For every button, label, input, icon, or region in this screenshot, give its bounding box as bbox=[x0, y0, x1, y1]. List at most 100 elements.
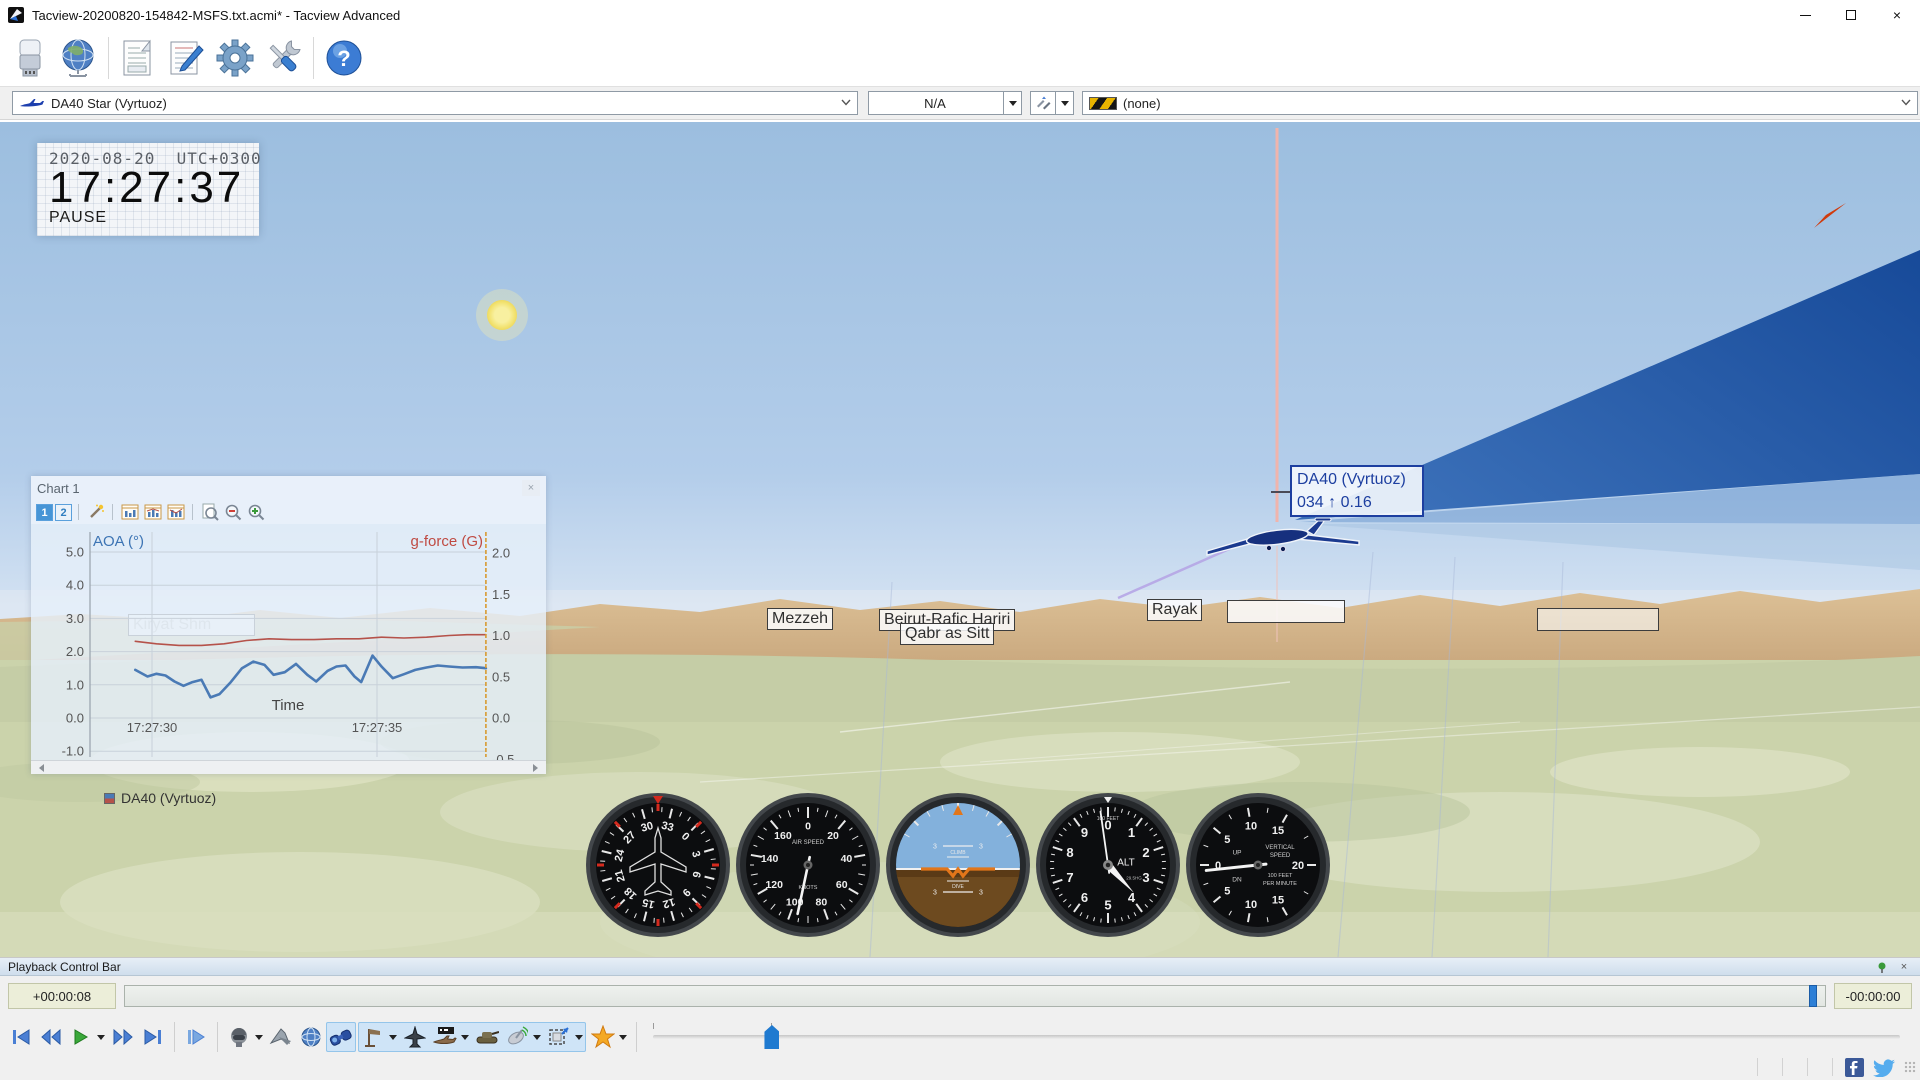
skip-to-start-button[interactable] bbox=[6, 1022, 36, 1052]
close-button[interactable]: × bbox=[1874, 0, 1920, 30]
favorites-arrow[interactable] bbox=[619, 1035, 627, 1044]
chart-panel-header[interactable]: Chart 1 × bbox=[31, 476, 546, 500]
chart-scrollbar[interactable] bbox=[31, 760, 546, 774]
svg-text:60: 60 bbox=[836, 879, 848, 891]
display-filter-group bbox=[358, 1022, 586, 1052]
playback-panel-title: Playback Control Bar bbox=[8, 960, 1872, 974]
facebook-icon[interactable] bbox=[1845, 1058, 1864, 1077]
show-aircraft-button[interactable] bbox=[400, 1022, 430, 1052]
windsock-layer-button[interactable] bbox=[358, 1022, 388, 1052]
chart-panel-title: Chart 1 bbox=[37, 481, 522, 496]
flight-instruments: 03691215182124273033 0204060801001201401… bbox=[583, 790, 1333, 940]
chart-zoom-in-button[interactable] bbox=[245, 503, 266, 522]
pin-panel-icon[interactable] bbox=[1876, 961, 1892, 973]
show-sensors-button[interactable] bbox=[502, 1022, 532, 1052]
svg-text:DN: DN bbox=[1232, 876, 1242, 883]
maximize-button[interactable] bbox=[1828, 0, 1874, 30]
chart-layout-1-button[interactable] bbox=[119, 503, 140, 522]
chart-legend: DA40 (Vyrtuoz) bbox=[104, 790, 216, 806]
playback-close-button[interactable]: × bbox=[1896, 961, 1912, 973]
resize-grip[interactable] bbox=[1904, 1061, 1916, 1073]
show-sensors-arrow[interactable] bbox=[533, 1035, 541, 1044]
settings-gear-button[interactable] bbox=[213, 36, 257, 80]
formation-combo-arrow[interactable] bbox=[1055, 92, 1073, 114]
svg-text:1.0: 1.0 bbox=[492, 628, 510, 643]
fast-forward-button[interactable] bbox=[108, 1022, 138, 1052]
seek-bar[interactable] bbox=[124, 985, 1826, 1007]
chart-page-2-button[interactable]: 2 bbox=[55, 504, 72, 521]
secondary-object-combo[interactable]: N/A bbox=[868, 91, 1022, 115]
status-bar-right bbox=[1745, 1056, 1916, 1078]
formation-combo[interactable] bbox=[1030, 91, 1074, 115]
seek-handle[interactable] bbox=[1809, 985, 1817, 1007]
3d-viewport[interactable]: 2020-08-20 UTC+0300 17:27:37 PAUSE Kirya… bbox=[0, 122, 1920, 957]
secondary-combo-arrow[interactable] bbox=[1003, 92, 1021, 114]
map-label: Mezzeh bbox=[767, 608, 833, 630]
help-button[interactable]: ? bbox=[322, 36, 366, 80]
selection-box-button[interactable] bbox=[544, 1022, 574, 1052]
external-view-button[interactable] bbox=[266, 1022, 296, 1052]
notes-button[interactable] bbox=[165, 36, 209, 80]
legend-swatch bbox=[104, 793, 115, 804]
selection-box-arrow[interactable] bbox=[575, 1035, 583, 1044]
hud-clock: 17:27:37 bbox=[49, 166, 249, 210]
globe-view-button[interactable] bbox=[296, 1022, 326, 1052]
chart-layout-3-button[interactable] bbox=[165, 503, 186, 522]
aircraft-telemetry-label[interactable]: DA40 (Vyrtuoz) 034 ↑ 0.16 bbox=[1290, 465, 1424, 517]
compass-arrow-icon bbox=[1808, 203, 1846, 228]
show-labels-arrow[interactable] bbox=[461, 1035, 469, 1044]
svg-text:1.5: 1.5 bbox=[492, 587, 510, 602]
windsock-layer-arrow[interactable] bbox=[389, 1035, 397, 1044]
cockpit-view-button[interactable] bbox=[224, 1022, 254, 1052]
import-device-button[interactable] bbox=[8, 36, 52, 80]
chart-plot-area[interactable]: 5.04.03.02.01.00.0-1.02.01.51.00.50.0-0.… bbox=[31, 524, 546, 760]
svg-text:7: 7 bbox=[1066, 870, 1073, 885]
rewind-button[interactable] bbox=[36, 1022, 66, 1052]
telemetry-view-button[interactable] bbox=[326, 1022, 356, 1052]
chart-wizard-button[interactable] bbox=[85, 503, 106, 522]
svg-text:2.0: 2.0 bbox=[492, 546, 510, 561]
primary-object-combo[interactable]: DA40 Star (Vyrtuoz) bbox=[12, 91, 858, 115]
playback-panel-header: Playback Control Bar × bbox=[0, 958, 1920, 976]
flight-log-button[interactable] bbox=[117, 36, 161, 80]
tools-button[interactable] bbox=[261, 36, 305, 80]
svg-text:9: 9 bbox=[1081, 825, 1088, 840]
speed-slider-handle[interactable] bbox=[764, 1025, 779, 1049]
chart-zoom-out-button[interactable] bbox=[222, 503, 243, 522]
svg-text:80: 80 bbox=[815, 896, 827, 908]
cockpit-view-arrow[interactable] bbox=[255, 1035, 263, 1044]
chart-layout-2-button[interactable] bbox=[142, 503, 163, 522]
svg-text:Time: Time bbox=[272, 697, 305, 714]
telemetry-source-label: (none) bbox=[1123, 96, 1161, 111]
chart-zoom-fit-button[interactable] bbox=[199, 503, 220, 522]
flight-path-ribbon bbox=[1295, 250, 1920, 570]
altimeter-gauge: 0123456789ALT100 FEET29.5HG bbox=[1033, 790, 1183, 940]
speed-slider[interactable] bbox=[653, 1035, 1900, 1039]
online-globe-button[interactable] bbox=[56, 36, 100, 80]
minimize-button[interactable] bbox=[1782, 0, 1828, 30]
telemetry-source-combo[interactable]: (none) bbox=[1082, 91, 1918, 115]
show-ground-objects-button[interactable] bbox=[472, 1022, 502, 1052]
svg-text:PER MINUTE: PER MINUTE bbox=[1263, 881, 1297, 887]
map-label-occluded bbox=[1227, 600, 1345, 623]
play-button[interactable] bbox=[66, 1022, 96, 1052]
show-labels-button[interactable] bbox=[430, 1022, 460, 1052]
chart-close-button[interactable]: × bbox=[522, 480, 540, 496]
scroll-right-arrow[interactable] bbox=[533, 764, 542, 772]
svg-text:20: 20 bbox=[827, 830, 839, 842]
step-forward-button[interactable] bbox=[181, 1022, 211, 1052]
svg-text:-0.5: -0.5 bbox=[492, 752, 514, 760]
play-options-arrow[interactable] bbox=[97, 1035, 105, 1044]
legend-label: DA40 (Vyrtuoz) bbox=[121, 790, 216, 806]
scroll-left-arrow[interactable] bbox=[35, 764, 44, 772]
favorites-button[interactable] bbox=[588, 1022, 618, 1052]
svg-text:17:27:30: 17:27:30 bbox=[127, 720, 178, 735]
heading-indicator-gauge: 03691215182124273033 bbox=[583, 790, 733, 940]
twitter-icon[interactable] bbox=[1872, 1057, 1896, 1077]
chart-panel: Chart 1 × 1 2 bbox=[31, 476, 546, 774]
svg-text:CLIMB: CLIMB bbox=[950, 850, 966, 856]
svg-text:0.0: 0.0 bbox=[492, 711, 510, 726]
aircraft[interactable] bbox=[1207, 518, 1359, 555]
skip-to-end-button[interactable] bbox=[138, 1022, 168, 1052]
chart-page-1-button[interactable]: 1 bbox=[36, 504, 53, 521]
